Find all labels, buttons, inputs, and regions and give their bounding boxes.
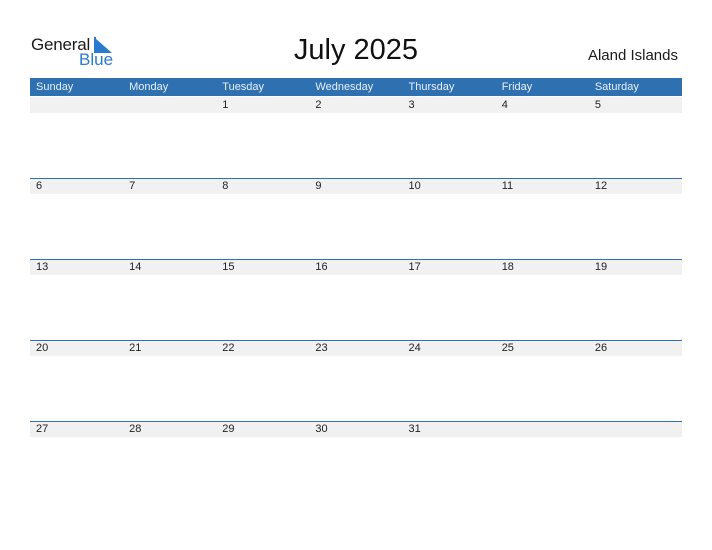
- week-row: 20 21 22 23 24 25 26: [30, 340, 682, 421]
- day-number: 12: [594, 180, 608, 192]
- day-cell[interactable]: 26: [589, 340, 682, 421]
- day-cell[interactable]: 15: [216, 259, 309, 340]
- day-number: 1: [222, 99, 229, 111]
- empty-day-cell: [496, 421, 589, 502]
- weekday-monday: Monday: [129, 81, 169, 93]
- day-cell[interactable]: 17: [403, 259, 496, 340]
- day-number: 14: [129, 261, 142, 273]
- day-number: 9: [315, 180, 322, 192]
- day-number: 16: [315, 261, 328, 273]
- country-label: Aland Islands: [587, 47, 678, 64]
- day-cell[interactable]: 1: [216, 97, 309, 178]
- day-number: 6: [36, 180, 43, 192]
- day-cell[interactable]: 28: [123, 421, 216, 502]
- day-number: 24: [408, 342, 421, 354]
- weekday-header: Sunday Monday Tuesday Wednesday Thursday Frid…: [30, 78, 682, 96]
- day-number: 28: [129, 423, 142, 435]
- week-row: 6 7 8 9 10 11 12: [30, 178, 682, 259]
- day-cell[interactable]: 14: [123, 259, 216, 340]
- day-number: 20: [36, 342, 49, 354]
- day-number: 17: [408, 261, 421, 273]
- day-number: 23: [315, 342, 328, 354]
- day-number: 13: [36, 261, 49, 273]
- day-cell[interactable]: 3: [403, 97, 496, 178]
- day-cell[interactable]: 31: [403, 421, 496, 502]
- day-cell[interactable]: 9: [309, 178, 402, 259]
- day-number: 11: [501, 180, 514, 192]
- day-number: 19: [594, 261, 608, 273]
- day-number: 4: [501, 99, 508, 111]
- empty-day-cell: [123, 97, 216, 178]
- weekday-friday: Friday: [501, 81, 533, 93]
- day-number: 7: [129, 180, 136, 192]
- weekday-saturday: Saturday: [594, 81, 639, 93]
- day-cell[interactable]: 16: [309, 259, 402, 340]
- day-number: 21: [129, 342, 142, 354]
- empty-day-cell: [30, 97, 123, 178]
- day-cell[interactable]: 24: [403, 340, 496, 421]
- day-cell[interactable]: 23: [309, 340, 402, 421]
- day-cell[interactable]: 4: [496, 97, 589, 178]
- day-cell[interactable]: 20: [30, 340, 123, 421]
- day-cell[interactable]: 6: [30, 178, 123, 259]
- empty-day-cell: [589, 421, 682, 502]
- day-number: 15: [222, 261, 235, 273]
- weekday-wednesday: Wednesday: [315, 81, 374, 93]
- day-cell[interactable]: 25: [496, 340, 589, 421]
- day-cell[interactable]: 12: [589, 178, 682, 259]
- day-number: 5: [594, 99, 601, 111]
- day-number: 29: [222, 423, 235, 435]
- day-number: 2: [315, 99, 322, 111]
- day-cell[interactable]: 30: [309, 421, 402, 502]
- week-row: 1 2 3 4 5: [30, 97, 682, 178]
- day-cell[interactable]: 22: [216, 340, 309, 421]
- day-cell[interactable]: 2: [309, 97, 402, 178]
- day-cell[interactable]: 13: [30, 259, 123, 340]
- week-row: 13 14 15 16 17 18 19: [30, 259, 682, 340]
- day-number: 18: [501, 261, 514, 273]
- day-cell[interactable]: 27: [30, 421, 123, 502]
- day-number: 8: [222, 180, 229, 192]
- day-cell[interactable]: 29: [216, 421, 309, 502]
- weekday-sunday: Sunday: [36, 81, 74, 93]
- day-number: 31: [408, 423, 421, 435]
- day-number: 22: [222, 342, 235, 354]
- day-cell[interactable]: 8: [216, 178, 309, 259]
- day-number: 27: [36, 423, 49, 435]
- day-number: 3: [408, 99, 415, 111]
- day-cell[interactable]: 18: [496, 259, 589, 340]
- day-cell[interactable]: 10: [403, 178, 496, 259]
- day-cell[interactable]: 7: [123, 178, 216, 259]
- week-row: 27 28 29 30 31: [30, 421, 682, 502]
- day-number: 30: [315, 423, 328, 435]
- day-number: 10: [408, 180, 421, 192]
- weekday-tuesday: Tuesday: [222, 81, 265, 93]
- day-cell[interactable]: 5: [589, 97, 682, 178]
- day-number: 25: [501, 342, 514, 354]
- day-cell[interactable]: 19: [589, 259, 682, 340]
- day-cell[interactable]: 21: [123, 340, 216, 421]
- weekday-thursday: Thursday: [408, 81, 455, 93]
- day-cell[interactable]: 11: [496, 178, 589, 259]
- day-number: 26: [594, 342, 608, 354]
